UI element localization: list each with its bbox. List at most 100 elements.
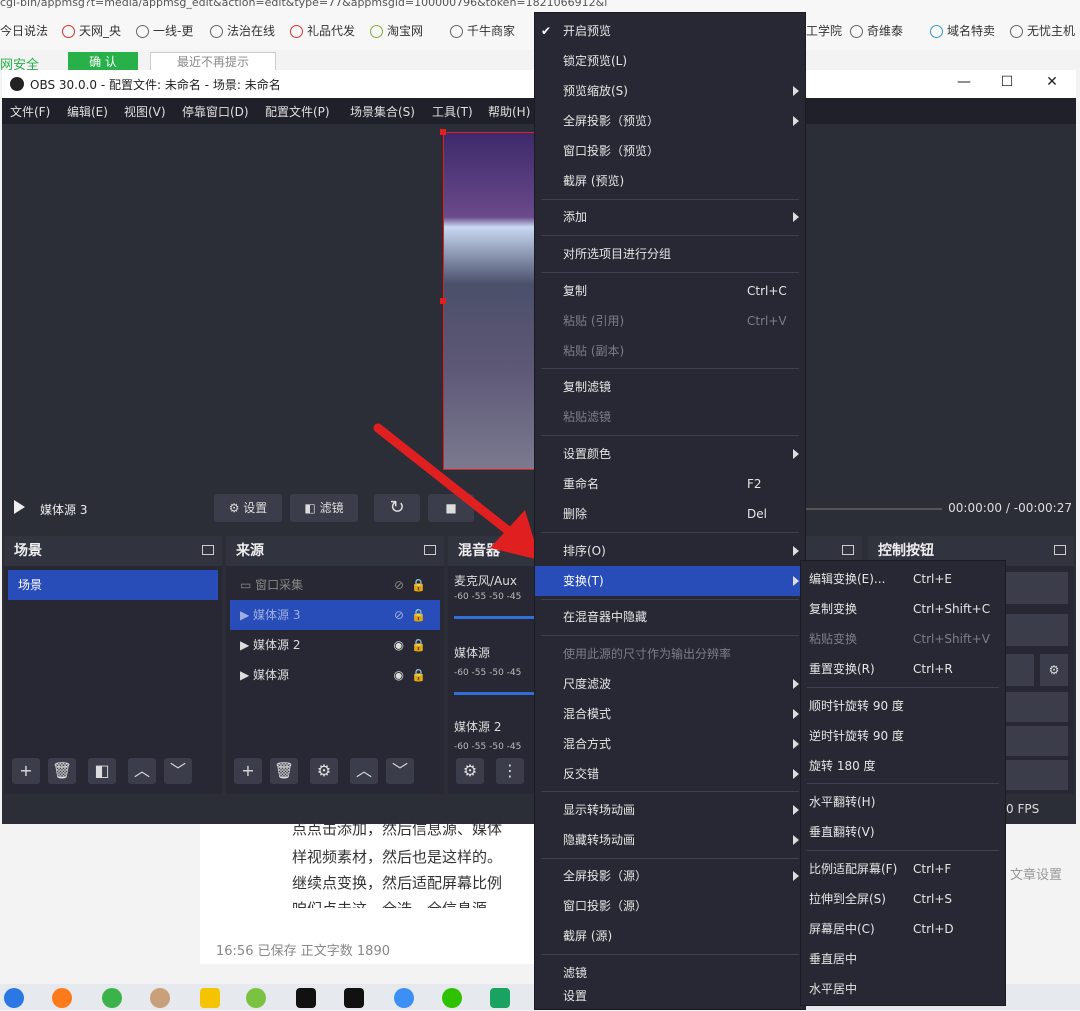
source-properties-button[interactable]: ⚙	[310, 758, 338, 784]
tiktok-icon[interactable]	[296, 988, 316, 1008]
eye-icon[interactable]: ◉	[394, 630, 404, 660]
menu-item-properties[interactable]: 设置	[535, 981, 805, 1011]
menu-item-enable-preview[interactable]: ✔ 开启预览	[535, 16, 805, 46]
browser-url[interactable]: cgi-bin/appmsg?t=media/appmsg_edit&actio…	[0, 0, 1080, 10]
control-button[interactable]	[1004, 654, 1034, 686]
menu-item-fullscreen-projector-source[interactable]: 全屏投影（源）	[535, 861, 805, 891]
menu-item-fit-to-screen[interactable]: 比例适配屏幕(F) Ctrl+F	[801, 854, 1005, 884]
source-item[interactable]: ▶ 媒体源 2 ◉ 🔒	[230, 630, 440, 660]
menu-item-blend-mode[interactable]: 混合模式	[535, 699, 805, 729]
bookmark-item[interactable]: 礼品代发	[290, 20, 355, 42]
menu-item-screenshot-preview[interactable]: 截屏 (预览)	[535, 166, 805, 196]
menu-item-add[interactable]: 添加	[535, 202, 805, 232]
play-icon[interactable]	[14, 500, 25, 514]
menu-item-preview-scaling[interactable]: 预览缩放(S)	[535, 76, 805, 106]
bookmark-item[interactable]: 奇维泰	[850, 20, 903, 42]
bookmark-item[interactable]: 淘宝网	[370, 20, 423, 42]
bookmark-item[interactable]: 千牛商家	[450, 20, 515, 42]
menu-item-screenshot-source[interactable]: 截屏 (源)	[535, 921, 805, 951]
menu-item-lock-preview[interactable]: 锁定预览(L)	[535, 46, 805, 76]
eye-hidden-icon[interactable]: ⊘	[394, 600, 404, 630]
menu-item-group-selected[interactable]: 对所选项目进行分组	[535, 239, 805, 269]
menu-item-center-horizontally[interactable]: 水平居中	[801, 974, 1005, 1004]
control-button[interactable]	[1004, 614, 1068, 646]
menu-item-windowed-projector-source[interactable]: 窗口投影（源）	[535, 891, 805, 921]
menu-item-rotate-cw[interactable]: 顺时针旋转 90 度	[801, 691, 1005, 721]
menu-item-rotate-180[interactable]: 旋转 180 度	[801, 751, 1005, 781]
mixer-menu-button[interactable]: ⋮	[496, 758, 524, 784]
menu-item-copy-filters[interactable]: 复制滤镜	[535, 372, 805, 402]
control-button[interactable]	[1004, 572, 1068, 604]
menu-item-windowed-projector-preview[interactable]: 窗口投影（预览）	[535, 136, 805, 166]
move-up-button[interactable]: ︿	[128, 758, 156, 784]
menu-item-deinterlacing[interactable]: 反交错	[535, 759, 805, 789]
menu-tools[interactable]: 工具(T)	[432, 103, 473, 120]
lock-icon[interactable]: 🔒	[411, 630, 426, 660]
menu-profile[interactable]: 配置文件(P)	[265, 103, 330, 120]
menu-item-blend-method[interactable]: 混合方式	[535, 729, 805, 759]
resize-handle[interactable]	[440, 298, 446, 304]
scene-item[interactable]: 场景	[8, 570, 218, 600]
menu-item-flip-vertical[interactable]: 垂直翻转(V)	[801, 817, 1005, 847]
filters-button[interactable]: ◧ 滤镜	[290, 494, 358, 522]
virtual-camera-settings-button[interactable]: ⚙	[1040, 654, 1068, 686]
move-down-button[interactable]: ﹀	[386, 758, 414, 784]
menu-edit[interactable]: 编辑(E)	[67, 103, 108, 120]
remove-source-button[interactable]: 🗑	[270, 758, 298, 784]
firefox-icon[interactable]	[52, 988, 72, 1008]
avatar-icon[interactable]	[150, 988, 170, 1008]
app-screen-icon[interactable]	[490, 988, 510, 1008]
bookmark-item[interactable]: 天网_央	[62, 20, 121, 42]
baidu-netdisk-icon[interactable]	[394, 988, 414, 1008]
undock-icon[interactable]	[202, 545, 214, 555]
menu-item-rename[interactable]: 重命名 F2	[535, 469, 805, 499]
menu-item-delete[interactable]: 删除 Del	[535, 499, 805, 529]
lock-icon[interactable]: 🔒	[411, 660, 426, 690]
capcut-icon[interactable]	[344, 988, 364, 1008]
bookmark-item[interactable]: 法治在线	[210, 20, 275, 42]
menu-scene-collection[interactable]: 场景集合(S)	[350, 103, 415, 120]
move-up-button[interactable]: ︿	[350, 758, 378, 784]
resize-handle[interactable]	[440, 129, 446, 135]
eye-hidden-icon[interactable]: ⊘	[394, 570, 404, 600]
control-button[interactable]	[1004, 726, 1068, 756]
move-down-button[interactable]: ﹀	[164, 758, 192, 784]
menu-item-center-to-screen[interactable]: 屏幕居中(C) Ctrl+D	[801, 914, 1005, 944]
menu-file[interactable]: 文件(F)	[10, 103, 50, 120]
audio-settings-button[interactable]: ⚙	[456, 758, 484, 784]
menu-item-hide-transition[interactable]: 隐藏转场动画	[535, 825, 805, 855]
control-button[interactable]	[1004, 692, 1068, 722]
lock-icon[interactable]: 🔒	[411, 600, 426, 630]
bookmark-item[interactable]: 域名特卖	[930, 20, 995, 42]
menu-help[interactable]: 帮助(H)	[488, 103, 530, 120]
menu-item-hide-in-mixer[interactable]: 在混音器中隐藏	[535, 602, 805, 632]
menu-item-rotate-ccw[interactable]: 逆时针旋转 90 度	[801, 721, 1005, 751]
lock-icon[interactable]: 🔒	[411, 570, 426, 600]
menu-item-copy[interactable]: 复制 Ctrl+C	[535, 276, 805, 306]
undock-icon[interactable]	[1054, 545, 1066, 555]
source-item[interactable]: ▶ 媒体源 3 ⊘ 🔒	[230, 600, 440, 630]
bookmark-item[interactable]: 一线-更	[136, 20, 193, 42]
bookmark-item[interactable]: 无忧主机	[1010, 20, 1075, 42]
menu-item-flip-horizontal[interactable]: 水平翻转(H)	[801, 787, 1005, 817]
bookmark-item[interactable]: 今日说法	[0, 20, 48, 42]
control-button[interactable]	[1004, 760, 1068, 790]
settings-button[interactable]: ⚙ 设置	[214, 494, 282, 522]
app-k-icon[interactable]	[4, 988, 24, 1008]
source-item[interactable]: ▭ 窗口采集 ⊘ 🔒	[230, 570, 440, 600]
seek-bar[interactable]	[802, 508, 942, 510]
add-scene-button[interactable]: +	[12, 758, 40, 784]
menu-item-scale-filtering[interactable]: 尺度滤波	[535, 669, 805, 699]
menu-docks[interactable]: 停靠窗口(D)	[182, 103, 249, 120]
maximize-icon[interactable]: ☐	[992, 74, 1022, 94]
menu-item-set-color[interactable]: 设置颜色	[535, 439, 805, 469]
remove-scene-button[interactable]: 🗑	[48, 758, 76, 784]
app-lime-icon[interactable]	[246, 988, 266, 1008]
bookmark-item[interactable]: 工学院	[806, 20, 842, 42]
article-settings-link[interactable]: 文章设置	[1010, 864, 1062, 883]
volume-slider[interactable]	[454, 616, 534, 619]
menu-item-reset-transform[interactable]: 重置变换(R) Ctrl+R	[801, 654, 1005, 684]
minimize-icon[interactable]: —	[949, 74, 979, 94]
menu-item-order[interactable]: 排序(O)	[535, 536, 805, 566]
dismiss-button[interactable]: 最近不再提示	[150, 52, 276, 72]
